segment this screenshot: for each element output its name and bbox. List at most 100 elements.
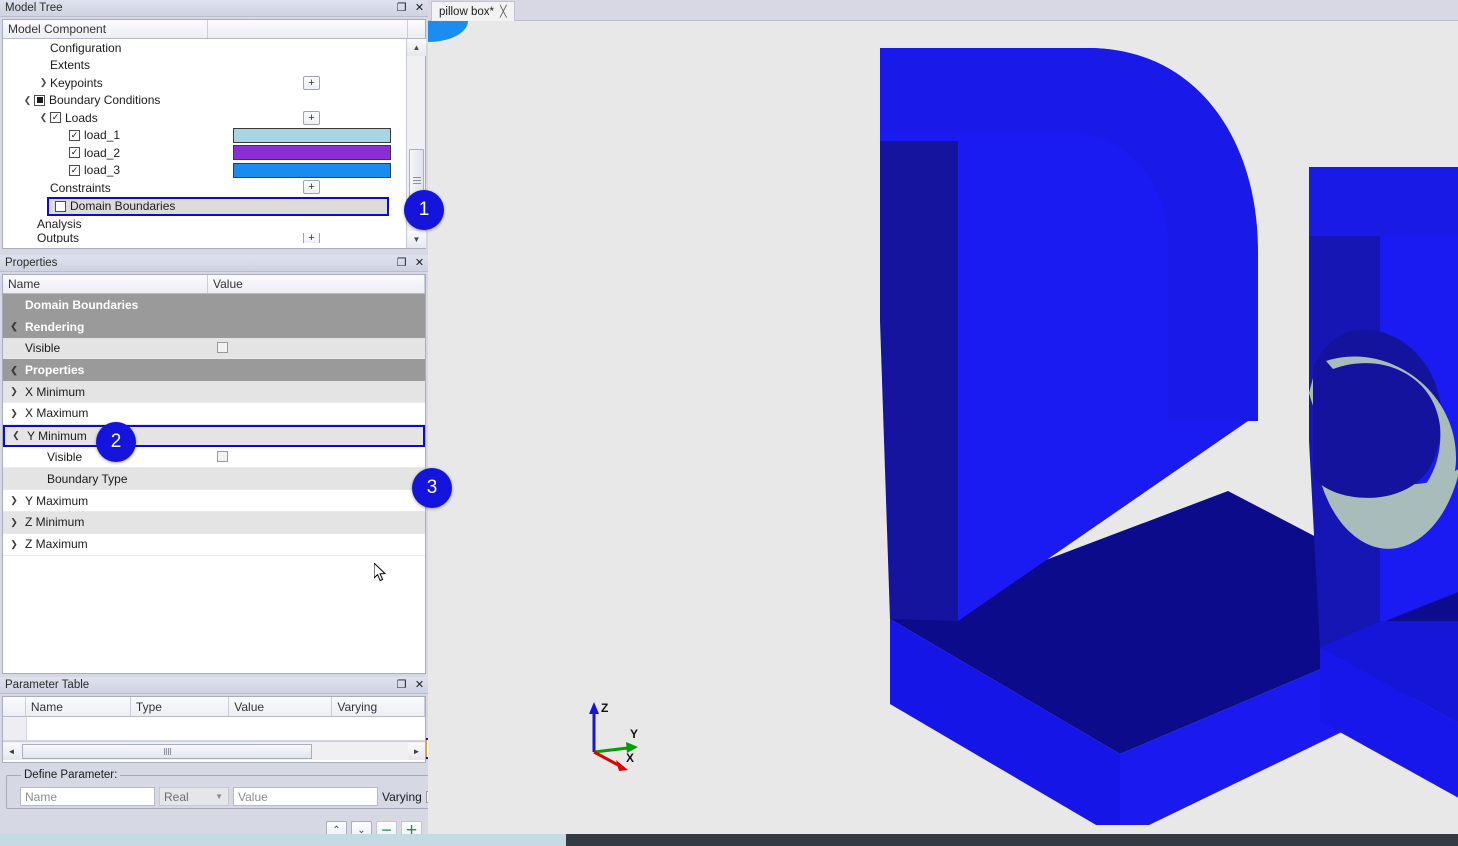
parameter-table-hscrollbar[interactable]: ◄ ► <box>3 741 425 760</box>
tree-label: Analysis <box>37 217 82 232</box>
property-group-rendering[interactable]: ❮ Rendering <box>3 315 425 338</box>
scroll-right-icon[interactable]: ► <box>408 742 425 760</box>
property-row-x-maximum[interactable]: ❯ X Maximum <box>3 402 425 425</box>
model-tree-titlebar: Model Tree ❐ ✕ <box>0 0 428 17</box>
property-row-z-minimum[interactable]: ❯ Z Minimum <box>3 511 425 534</box>
add-load-button[interactable]: + <box>303 111 320 125</box>
property-row-x-minimum[interactable]: ❯ X Minimum <box>3 381 425 403</box>
define-parameter-group: Define Parameter: Name Real ▼ Value Vary… <box>6 769 452 809</box>
tree-item-load-2[interactable]: ✓ load_2 <box>3 144 406 162</box>
property-name: X Maximum <box>25 406 89 421</box>
tree-item-outputs[interactable]: Outputs + <box>3 233 406 243</box>
tab-pillow-box[interactable]: pillow box* ╳ <box>431 1 515 21</box>
property-row-visible-rendering[interactable]: Visible <box>3 337 425 360</box>
chevron-down-icon[interactable]: ❮ <box>5 430 27 441</box>
checkbox-checked-icon[interactable]: ✓ <box>69 147 80 159</box>
load-color-swatch[interactable] <box>233 162 391 178</box>
column-header-name[interactable]: Name <box>25 697 131 716</box>
chevron-down-icon[interactable]: ❮ <box>37 112 50 123</box>
status-strip-left <box>0 834 566 846</box>
column-header-value[interactable] <box>208 20 408 38</box>
callout-badge-1: 1 <box>404 190 444 230</box>
property-row-y-maximum[interactable]: ❯ Y Maximum <box>3 490 425 512</box>
chevron-right-icon[interactable]: ❯ <box>3 495 25 506</box>
tree-item-load-1[interactable]: ✓ load_1 <box>3 127 406 145</box>
property-name: Properties <box>25 363 85 378</box>
parameter-name-input[interactable]: Name <box>20 787 155 807</box>
scroll-down-icon[interactable]: ▼ <box>407 231 426 248</box>
parameter-table-title: Parameter Table <box>5 679 90 691</box>
column-header-value[interactable]: Value <box>229 697 333 716</box>
chevron-down-icon[interactable]: ▼ <box>215 792 223 801</box>
tree-item-constraints[interactable]: Constraints + <box>3 179 406 197</box>
checkbox-checked-icon[interactable]: ✓ <box>69 129 80 141</box>
tree-item-domain-boundaries[interactable]: Domain Boundaries <box>47 196 389 216</box>
column-header-model-component[interactable]: Model Component <box>3 20 208 38</box>
restore-icon[interactable]: ❐ <box>396 680 407 691</box>
partial-check-icon[interactable] <box>34 94 45 106</box>
scroll-up-icon[interactable]: ▲ <box>407 39 426 56</box>
scroll-left-icon[interactable]: ◄ <box>3 742 20 760</box>
close-icon[interactable]: ✕ <box>414 3 425 14</box>
tree-label: Constraints <box>50 180 111 195</box>
chevron-right-icon[interactable]: ❯ <box>3 408 25 419</box>
visible-checkbox[interactable] <box>217 342 228 354</box>
tree-item-extents[interactable]: Extents <box>3 57 406 75</box>
row-selector-header <box>3 697 26 716</box>
model-tree-rows: Configuration Extents ❯ Keypoints + ❮ Bo… <box>3 39 406 248</box>
left-dock: Model Tree ❐ ✕ Model Component Configura… <box>0 0 452 846</box>
axis-label-z: Z <box>601 701 608 715</box>
chevron-right-icon[interactable]: ❯ <box>3 517 25 528</box>
parameter-table-panel: Parameter Table ❐ ✕ Name Type Value Vary… <box>0 677 452 846</box>
checkbox-checked-icon[interactable]: ✓ <box>69 164 80 176</box>
tree-item-analysis[interactable]: Analysis <box>3 216 406 234</box>
chevron-down-icon[interactable]: ❮ <box>3 365 25 376</box>
chevron-right-icon[interactable]: ❯ <box>37 77 50 88</box>
visible-checkbox[interactable] <box>217 451 228 463</box>
restore-icon[interactable]: ❐ <box>396 3 407 14</box>
tree-item-keypoints[interactable]: ❯ Keypoints + <box>3 74 406 92</box>
add-output-button[interactable]: + <box>303 233 320 243</box>
restore-icon[interactable]: ❐ <box>396 258 407 269</box>
parameter-value-input[interactable]: Value <box>233 787 378 807</box>
column-header-value[interactable]: Value <box>208 275 425 293</box>
grip-icon <box>412 175 421 186</box>
close-icon[interactable]: ✕ <box>414 680 425 691</box>
property-group-domain-boundaries[interactable]: Domain Boundaries <box>3 294 425 316</box>
property-row-y-minimum[interactable]: ❮ Y Minimum <box>3 424 425 447</box>
tree-item-configuration[interactable]: Configuration <box>3 39 406 57</box>
hscroll-track[interactable] <box>20 743 408 760</box>
add-constraint-button[interactable]: + <box>303 180 320 194</box>
tree-item-load-3[interactable]: ✓ load_3 <box>3 162 406 180</box>
property-group-properties[interactable]: ❮ Properties <box>3 359 425 382</box>
parameter-type-select[interactable]: Real ▼ <box>159 787 229 807</box>
tree-item-boundary-conditions[interactable]: ❮ Boundary Conditions <box>3 92 406 110</box>
chevron-down-icon[interactable]: ❮ <box>3 321 25 332</box>
load-color-swatch[interactable] <box>233 127 391 143</box>
close-icon[interactable]: ╳ <box>500 5 507 18</box>
checkbox-unchecked-icon[interactable] <box>55 200 66 212</box>
checkbox-checked-icon[interactable]: ✓ <box>50 112 61 124</box>
property-name: Z Maximum <box>25 537 88 552</box>
chevron-down-icon[interactable]: ❮ <box>21 95 34 106</box>
properties-grid: Name Value Domain Boundaries ❮ Rendering <box>2 274 426 674</box>
axis-triad: Z Y X <box>589 701 638 771</box>
properties-header: Name Value <box>3 275 425 294</box>
tree-item-loads[interactable]: ❮ ✓ Loads + <box>3 109 406 127</box>
parameter-table-empty-row[interactable] <box>3 717 425 741</box>
tree-label: Keypoints <box>50 75 103 90</box>
load-color-swatch[interactable] <box>233 145 391 161</box>
parameter-type-value: Real <box>164 789 189 804</box>
close-icon[interactable]: ✕ <box>414 258 425 269</box>
property-row-boundary-type[interactable]: Boundary Type <box>3 468 425 491</box>
property-row-z-maximum[interactable]: ❯ Z Maximum <box>3 533 425 556</box>
column-header-varying[interactable]: Varying <box>332 697 425 716</box>
property-row-visible-y-minimum[interactable]: Visible <box>3 446 425 469</box>
add-keypoint-button[interactable]: + <box>303 76 320 90</box>
column-header-type[interactable]: Type <box>130 697 230 716</box>
hscroll-thumb[interactable] <box>22 743 312 759</box>
column-header-name[interactable]: Name <box>3 275 208 293</box>
define-parameter-legend: Define Parameter: <box>24 769 118 781</box>
chevron-right-icon[interactable]: ❯ <box>3 539 25 550</box>
chevron-right-icon[interactable]: ❯ <box>3 386 25 397</box>
